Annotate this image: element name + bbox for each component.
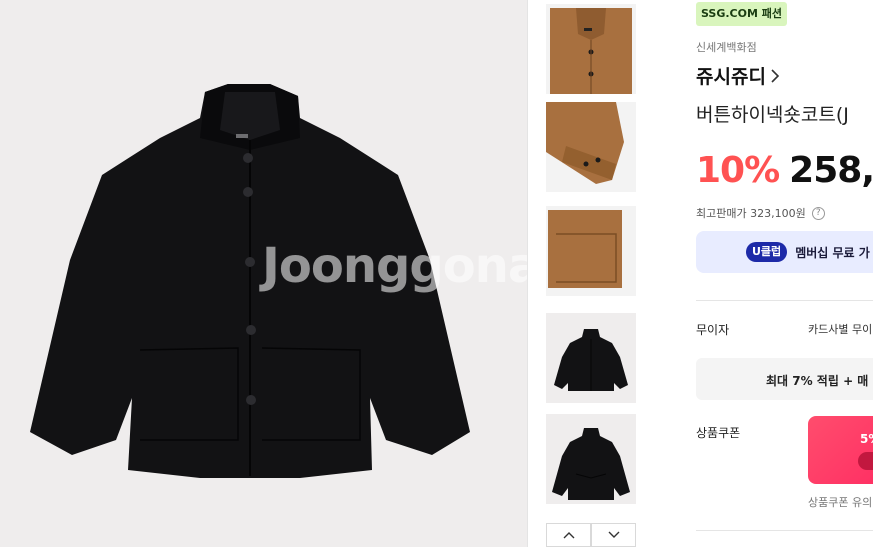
product-detail-page: Joonggonara <box>0 0 873 547</box>
chevron-down-icon <box>608 531 619 538</box>
thumb-black-front[interactable] <box>546 313 636 403</box>
original-price: 최고판매가 323,100원 ? <box>696 205 825 221</box>
brand-link[interactable]: 쥬시쥬디 <box>696 62 781 89</box>
thumb-camel-collar[interactable] <box>546 4 636 94</box>
thumb-next-button[interactable] <box>591 523 636 547</box>
thumb-prev-button[interactable] <box>546 523 591 547</box>
membership-text: 멤버십 무료 가 <box>795 245 870 260</box>
divider <box>696 530 873 531</box>
mall-badge[interactable]: SSG.COM 패션 <box>696 2 787 26</box>
help-icon[interactable]: ? <box>811 206 825 220</box>
interest-free-value[interactable]: 카드사별 무이 <box>808 321 872 337</box>
coupon-label: 상품쿠폰 <box>696 426 741 440</box>
product-info-panel: SSG.COM 패션 신세계백화점 쥬시쥬디 버튼하이넥숏코트(J 10% 25… <box>696 0 873 547</box>
interest-free-label: 무이자 <box>696 323 730 337</box>
discount-rate: 10% <box>696 150 780 191</box>
chevron-up-icon <box>563 532 574 539</box>
coupon-card[interactable]: 5% <box>808 416 873 484</box>
price-row: 10% 258,4 <box>696 150 873 191</box>
store-name[interactable]: 신세계백화점 <box>696 39 757 55</box>
chevron-right-icon <box>771 68 780 83</box>
membership-banner[interactable]: U클럽 멤버십 무료 가 <box>696 231 873 273</box>
thumb-camel-pocket[interactable] <box>546 206 636 296</box>
brand-name: 쥬시쥬디 <box>696 66 766 88</box>
product-title: 버튼하이넥숏코트(J <box>696 104 849 126</box>
thumb-black-back[interactable] <box>546 414 636 504</box>
coupon-download-pill <box>858 452 873 470</box>
coupon-note[interactable]: 상품쿠폰 유의 <box>808 494 872 510</box>
original-price-text: 최고판매가 323,100원 <box>696 207 806 220</box>
points-text: 최대 7% 적립 + 매 <box>766 374 869 388</box>
sale-price: 258,4 <box>789 150 873 191</box>
main-product-image[interactable]: Joonggonara <box>0 0 528 547</box>
watermark-text: Joonggonara <box>262 238 527 294</box>
points-box[interactable]: 최대 7% 적립 + 매 <box>696 358 873 400</box>
thumb-camel-sleeve[interactable] <box>546 102 636 192</box>
coupon-percent: 5% <box>860 432 873 446</box>
divider <box>696 300 873 301</box>
uclub-badge: U클럽 <box>746 242 788 262</box>
thumbnail-strip <box>546 0 636 547</box>
